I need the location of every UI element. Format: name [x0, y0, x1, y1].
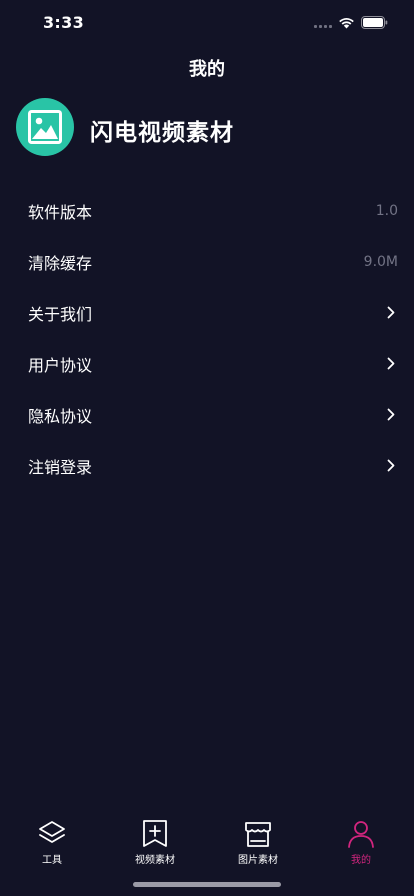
menu-item-label: 注销登录 — [28, 457, 93, 477]
tab-label: 图片素材 — [238, 855, 278, 866]
menu-item-label: 关于我们 — [28, 304, 93, 324]
settings-menu: 软件版本 1.0 清除缓存 9.0M 关于我们 用户协议 隐私协议 注销登录 — [0, 185, 414, 491]
wifi-icon — [339, 18, 354, 29]
menu-item-label: 清除缓存 — [28, 253, 93, 273]
tab-label: 工具 — [42, 855, 62, 866]
chevron-right-icon — [387, 357, 395, 370]
image-icon — [28, 110, 62, 144]
tab-bar: 工具 视频素材 图片素材 我的 — [0, 812, 414, 872]
signal-icon — [314, 25, 332, 28]
page-title: 我的 — [189, 59, 225, 80]
screen: 3:33 我的 闪电视频素材 软件版本 1.0 清除缓存 9.0M 关于我们 用… — [0, 0, 414, 896]
menu-item-logout[interactable]: 注销登录 — [0, 440, 414, 491]
tab-label: 我的 — [351, 855, 371, 866]
version-value: 1.0 — [375, 202, 398, 219]
chevron-right-icon — [387, 306, 395, 319]
user-icon — [348, 821, 374, 848]
layers-icon — [39, 821, 65, 843]
menu-item-user-agreement[interactable]: 用户协议 — [0, 338, 414, 389]
menu-item-label: 隐私协议 — [28, 406, 93, 426]
battery-icon — [361, 16, 388, 29]
menu-item-about-us[interactable]: 关于我们 — [0, 287, 414, 338]
tab-tools[interactable]: 工具 — [7, 812, 97, 868]
menu-item-label: 软件版本 — [28, 202, 93, 222]
profile-name: 闪电视频素材 — [90, 120, 234, 146]
tab-image-assets[interactable]: 图片素材 — [213, 812, 303, 868]
menu-item-clear-cache[interactable]: 清除缓存 9.0M — [0, 236, 414, 287]
tab-mine[interactable]: 我的 — [316, 812, 406, 868]
home-indicator[interactable] — [133, 882, 281, 887]
tab-video-assets[interactable]: 视频素材 — [110, 812, 200, 868]
status-time: 3:33 — [43, 13, 84, 32]
tab-label: 视频素材 — [135, 855, 175, 866]
avatar[interactable] — [16, 98, 74, 156]
menu-item-privacy-policy[interactable]: 隐私协议 — [0, 389, 414, 440]
store-icon — [245, 822, 271, 847]
cache-size-value: 9.0M — [363, 253, 398, 270]
add-bookmark-icon — [143, 820, 167, 847]
menu-item-version[interactable]: 软件版本 1.0 — [0, 185, 414, 236]
menu-item-label: 用户协议 — [28, 355, 93, 375]
chevron-right-icon — [387, 459, 395, 472]
chevron-right-icon — [387, 408, 395, 421]
status-bar: 3:33 — [0, 0, 414, 46]
